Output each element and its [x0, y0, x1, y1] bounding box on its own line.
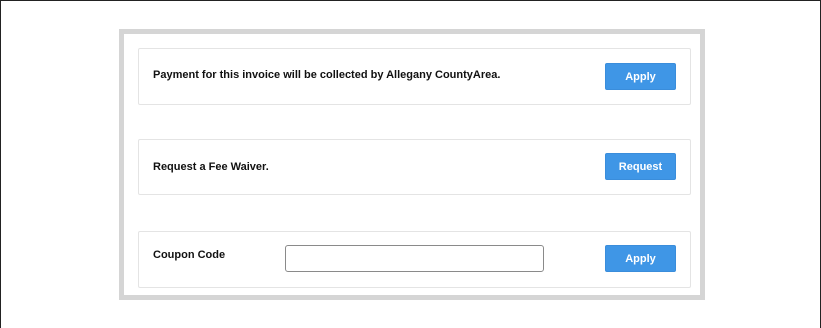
coupon-code-label: Coupon Code — [153, 249, 226, 261]
coupon-code-card: Coupon Code Apply — [138, 231, 691, 288]
coupon-code-input[interactable] — [285, 245, 544, 272]
fee-waiver-card: Request a Fee Waiver. Request — [138, 139, 691, 195]
payment-apply-button[interactable]: Apply — [605, 63, 676, 90]
coupon-apply-button[interactable]: Apply — [605, 245, 676, 272]
fee-waiver-request-button[interactable]: Request — [605, 153, 676, 180]
invoice-options-panel: Payment for this invoice will be collect… — [119, 29, 705, 300]
payment-collection-card: Payment for this invoice will be collect… — [138, 48, 691, 105]
fee-waiver-message: Request a Fee Waiver. — [153, 161, 269, 173]
payment-collection-message: Payment for this invoice will be collect… — [153, 69, 501, 81]
